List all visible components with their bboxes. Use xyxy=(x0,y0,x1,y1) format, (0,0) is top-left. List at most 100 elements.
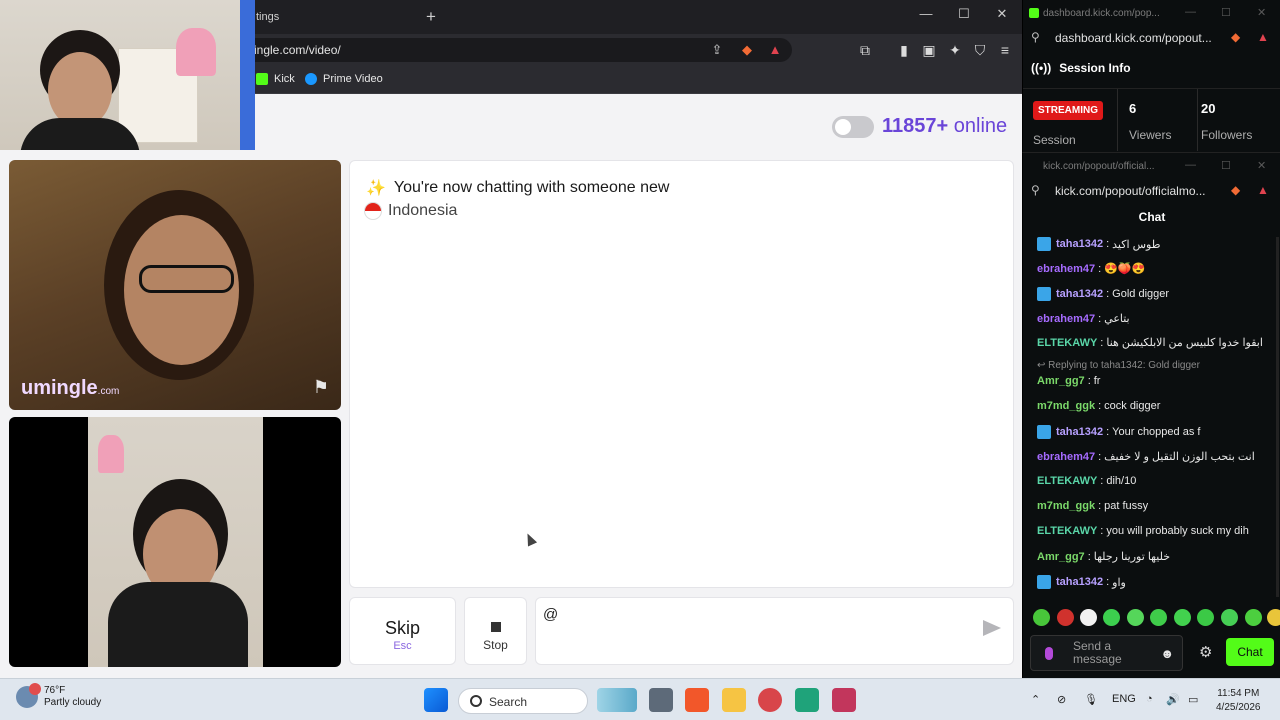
chat-username[interactable]: m7md_ggk xyxy=(1037,400,1095,412)
app-icon[interactable] xyxy=(795,688,819,712)
leo-ai-icon[interactable]: ✦ xyxy=(945,40,965,60)
viewers-label: Viewers xyxy=(1129,128,1172,142)
mic-icon[interactable] xyxy=(1045,647,1053,660)
viewers-value: 6 xyxy=(1129,101,1137,116)
microphone-icon[interactable]: 🎙 xyxy=(1084,693,1098,706)
chat-username[interactable]: ebrahem47 xyxy=(1037,451,1095,463)
maximize-icon[interactable]: ☐ xyxy=(1221,159,1231,172)
brave-browser-icon[interactable] xyxy=(685,688,709,712)
screenshot-icon[interactable]: ⧉ xyxy=(855,40,875,60)
brave-rewards-icon[interactable]: ▲ xyxy=(1257,183,1269,197)
close-icon[interactable]: ✕ xyxy=(1257,6,1266,19)
brave-rewards-icon[interactable]: ▲ xyxy=(1257,30,1269,44)
minimize-icon[interactable]: — xyxy=(1185,6,1196,18)
reply-context: ↩ Replying to taha1342: Gold digger xyxy=(1037,360,1200,371)
chat-input-placeholder: Send a message xyxy=(1073,639,1122,666)
file-explorer-icon[interactable] xyxy=(722,688,746,712)
bookmark-prime-video[interactable]: Prime Video xyxy=(305,73,383,85)
clock[interactable]: 11:54 PM 4/25/2026 xyxy=(1216,687,1261,715)
skip-button[interactable]: Skip Esc xyxy=(349,597,456,665)
brave-shield-icon[interactable]: ◆ xyxy=(739,42,755,58)
share-icon[interactable]: ⇪ xyxy=(709,42,725,58)
tab-active[interactable]: tings xyxy=(240,4,410,30)
close-icon[interactable]: ✕ xyxy=(1257,159,1266,172)
chat-username[interactable]: ebrahem47 xyxy=(1037,263,1095,275)
chat-username[interactable]: m7md_ggk xyxy=(1037,500,1095,512)
search-highlight-icon[interactable] xyxy=(597,688,637,712)
chat-username[interactable]: taha1342 xyxy=(1056,238,1103,250)
emote-icon[interactable] xyxy=(1221,609,1238,626)
maximize-icon[interactable]: ☐ xyxy=(1221,6,1231,19)
wifi-icon[interactable]: ◔ xyxy=(1146,693,1153,705)
site-settings-icon[interactable]: ⚲ xyxy=(1031,30,1040,44)
minimize-icon[interactable]: — xyxy=(912,6,940,21)
chat-scrollbar[interactable] xyxy=(1276,237,1279,597)
weather-widget[interactable]: 76°F Partly cloudy xyxy=(16,683,101,709)
minimize-icon[interactable]: — xyxy=(1185,159,1196,171)
sub-badge-icon xyxy=(1037,425,1051,439)
emote-icon[interactable] xyxy=(1245,609,1262,626)
emote-icon[interactable] xyxy=(1150,609,1167,626)
vpn-icon[interactable]: ⛉ xyxy=(970,40,990,60)
app-icon[interactable] xyxy=(758,688,782,712)
gear-icon[interactable]: ⚙ xyxy=(1199,643,1212,661)
battery-icon[interactable]: ▭ xyxy=(1188,693,1198,706)
brave-shield-icon[interactable]: ◆ xyxy=(1231,183,1240,197)
chat-username[interactable]: taha1342 xyxy=(1056,426,1103,438)
chat-username[interactable]: Amr_gg7 xyxy=(1037,375,1085,387)
chat-username[interactable]: Amr_gg7 xyxy=(1037,551,1085,563)
emote-icon[interactable] xyxy=(1174,609,1191,626)
stop-button[interactable]: Stop xyxy=(464,597,527,665)
bookmark-kick[interactable]: Kick xyxy=(256,73,295,85)
emoji-icon[interactable]: ☻ xyxy=(1160,646,1174,661)
chat-text: Your chopped as f xyxy=(1112,426,1201,438)
chat-input[interactable]: Send a message ☻ xyxy=(1030,635,1183,671)
search-box[interactable]: Search xyxy=(458,688,588,714)
chat-text: طوس اكيد xyxy=(1112,238,1161,251)
emote-icon[interactable] xyxy=(1103,609,1120,626)
brave-rewards-icon[interactable]: ▲ xyxy=(767,42,783,58)
chat-username[interactable]: ELTEKAWY xyxy=(1037,475,1097,487)
emote-icon[interactable] xyxy=(1197,609,1214,626)
chat-header: Chat xyxy=(1138,210,1166,224)
kick-icon xyxy=(256,73,268,85)
sidebar-icon[interactable]: ▮ xyxy=(894,40,914,60)
chat-send-button[interactable]: Chat xyxy=(1226,638,1274,666)
chat-username[interactable]: ebrahem47 xyxy=(1037,313,1095,325)
chat-text: Gold digger xyxy=(1112,288,1170,300)
language-indicator[interactable]: ENG xyxy=(1112,693,1136,705)
chat-username[interactable]: ELTEKAWY xyxy=(1037,337,1097,349)
wallet-icon[interactable]: ▣ xyxy=(919,40,939,60)
filter-toggle[interactable] xyxy=(832,116,874,138)
brave-shield-icon[interactable]: ◆ xyxy=(1231,30,1240,44)
site-settings-icon[interactable]: ⚲ xyxy=(1031,183,1040,197)
weather-text: 76°F Partly cloudy xyxy=(44,685,101,709)
tray-overflow-icon[interactable]: ⌃ xyxy=(1031,693,1040,706)
close-icon[interactable]: ✕ xyxy=(988,6,1016,22)
emote-icon[interactable] xyxy=(1057,609,1074,626)
report-flag-icon[interactable]: ⚑ xyxy=(313,377,329,398)
kick-chat-window: kick.com/popout/official... — ☐ ✕ ⚲ kick… xyxy=(1022,152,1280,678)
message-input[interactable]: @ xyxy=(535,597,1014,665)
url-field[interactable]: ingle.com/video/ ⇪ ◆ ▲ xyxy=(240,38,792,62)
volume-icon[interactable]: 🔊 xyxy=(1166,693,1180,706)
emote-icon[interactable] xyxy=(1080,609,1097,626)
indonesia-flag-icon xyxy=(364,202,382,220)
maximize-icon[interactable]: ☐ xyxy=(950,6,978,22)
new-tab-button[interactable]: + xyxy=(421,4,441,30)
chat-text: you will probably suck my dih xyxy=(1106,525,1249,537)
emote-icon[interactable] xyxy=(1033,609,1050,626)
menu-icon[interactable]: ≡ xyxy=(995,40,1015,60)
skip-label: Skip xyxy=(384,618,420,638)
tray-app-icon[interactable]: ⊘ xyxy=(1057,693,1066,706)
streaming-app-icon[interactable] xyxy=(832,688,856,712)
emote-icon[interactable] xyxy=(1127,609,1144,626)
emote-icon[interactable] xyxy=(1267,609,1280,626)
start-icon[interactable] xyxy=(424,688,448,712)
session-label: Session xyxy=(1033,133,1076,147)
chat-username[interactable]: taha1342 xyxy=(1056,288,1103,300)
task-view-icon[interactable] xyxy=(649,688,673,712)
send-icon[interactable] xyxy=(983,620,1001,636)
chat-username[interactable]: taha1342 xyxy=(1056,576,1103,588)
chat-username[interactable]: ELTEKAWY xyxy=(1037,525,1097,537)
